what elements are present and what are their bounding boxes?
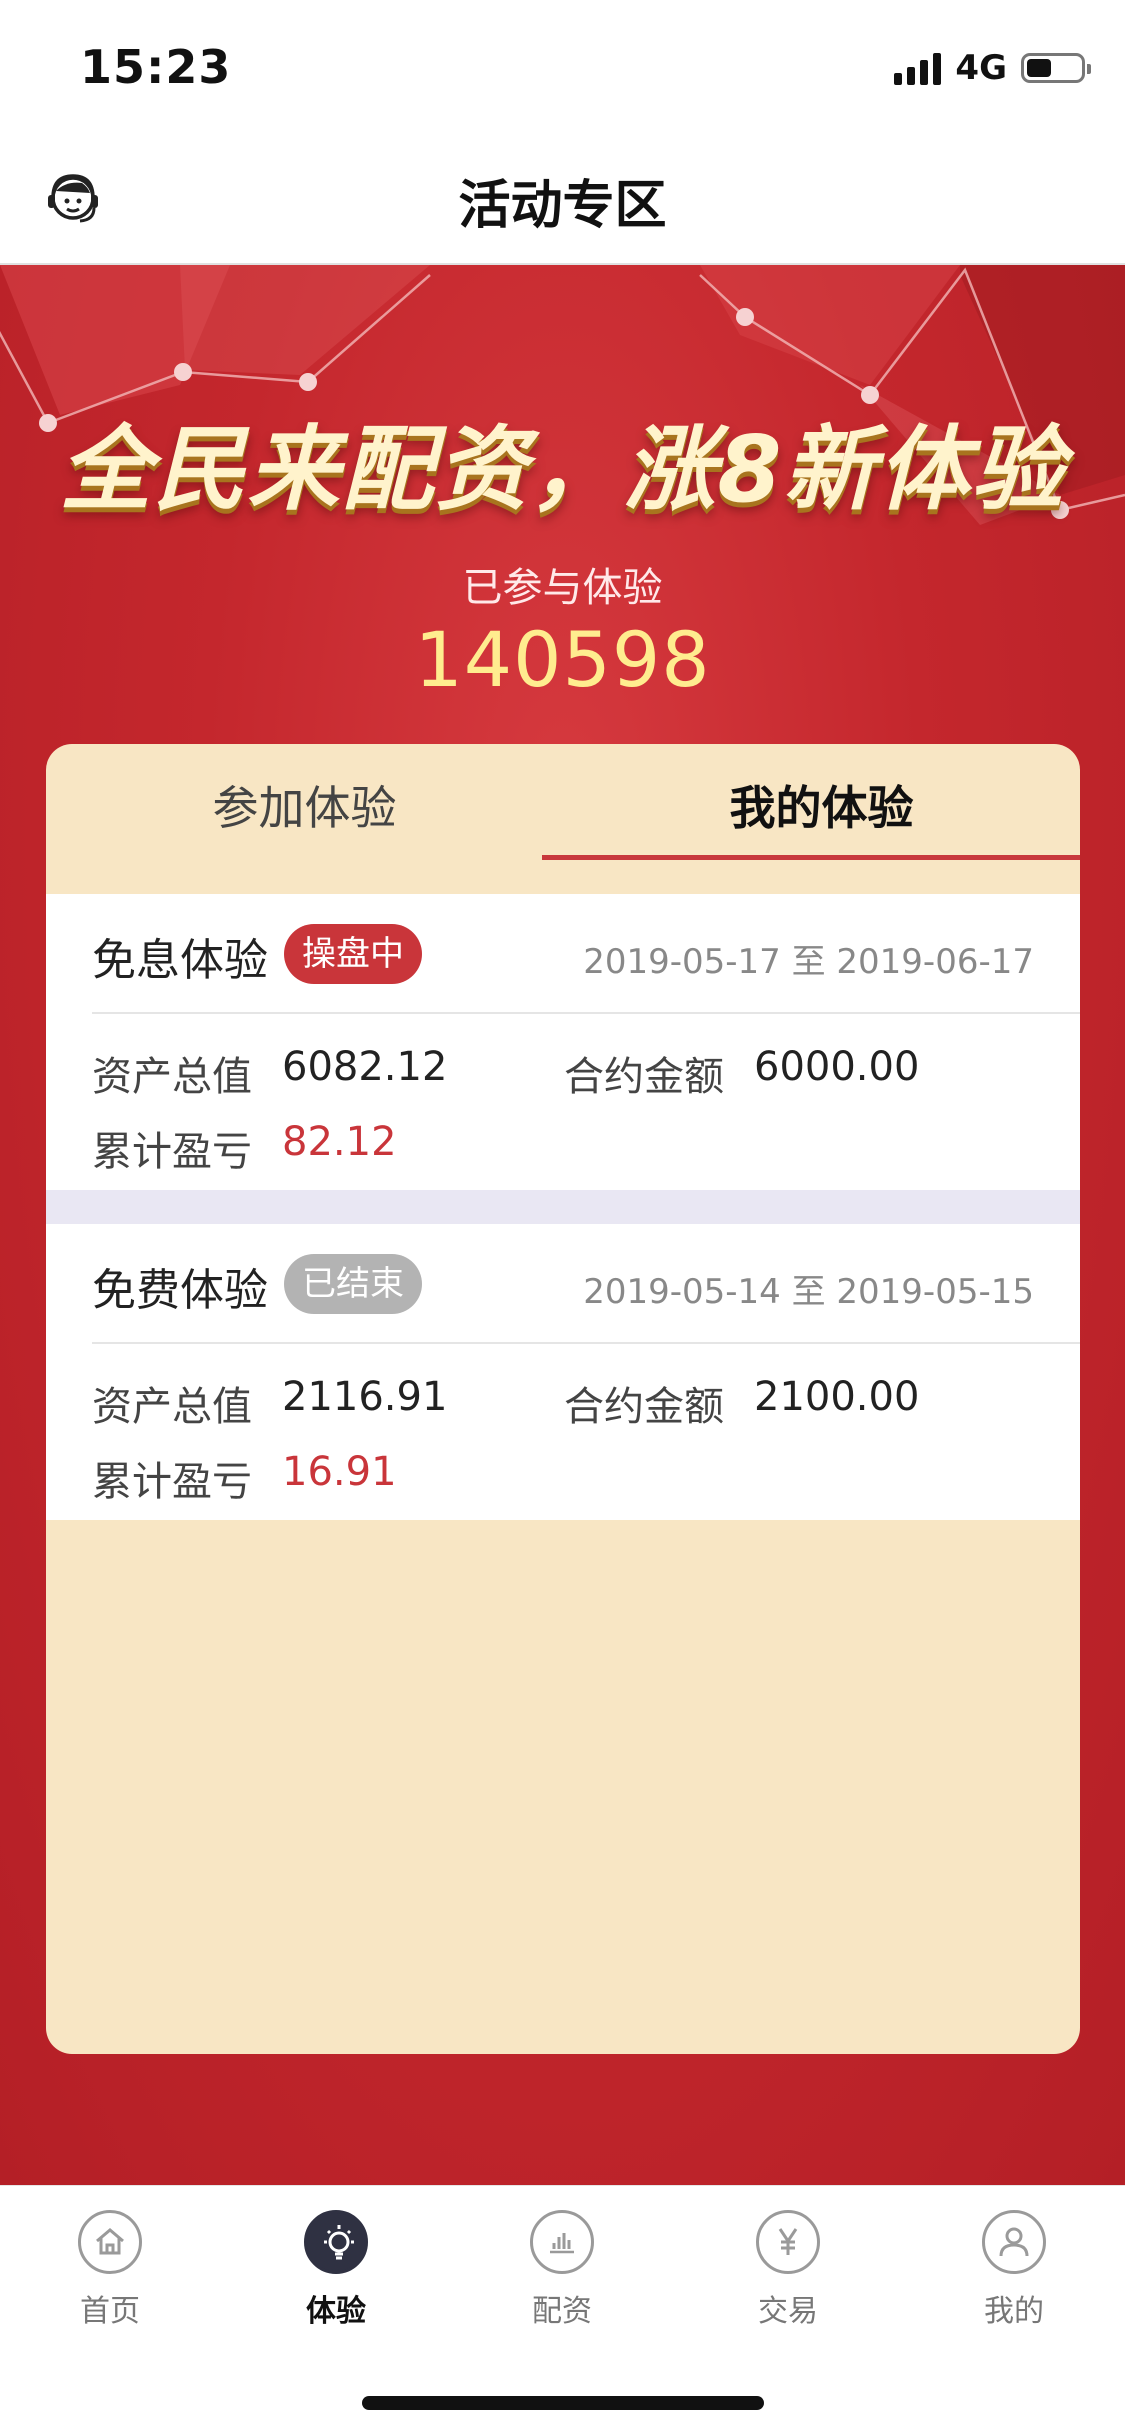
record-separator — [46, 1190, 1080, 1224]
experience-record[interactable]: 免息体验 操盘中 2019-05-17 至 2019-06-17 资产总值 60… — [46, 894, 1080, 1190]
record-name: 免费体验 — [92, 1265, 268, 1316]
contract-value: 2100.00 — [754, 1374, 920, 1420]
contract-value: 6000.00 — [754, 1044, 920, 1090]
tab-my-experience[interactable]: 我的体验 — [563, 744, 1080, 894]
tabbar-label: 配资 — [532, 2294, 592, 2329]
participated-count: 140598 — [414, 615, 711, 704]
contract-label: 合约金额 — [564, 1384, 724, 1430]
experience-record[interactable]: 免费体验 已结束 2019-05-14 至 2019-05-15 资产总值 21… — [46, 1224, 1080, 1520]
pnl-value: 82.12 — [282, 1119, 397, 1165]
yen-icon — [756, 2210, 820, 2274]
tabbar-label: 我的 — [984, 2294, 1044, 2329]
record-date-range: 2019-05-17 至 2019-06-17 — [583, 942, 1034, 982]
pnl-value: 16.91 — [282, 1449, 397, 1495]
asset-label: 资产总值 — [92, 1384, 252, 1430]
home-indicator[interactable] — [362, 2396, 764, 2410]
asset-value: 2116.91 — [282, 1374, 448, 1420]
status-badge: 已结束 — [284, 1254, 422, 1314]
participated-label: 已参与体验 — [462, 565, 663, 611]
tabbar-label: 首页 — [80, 2294, 140, 2329]
signal-icon — [894, 51, 942, 85]
nav-bar: 活动专区 — [0, 135, 1125, 265]
pnl-label: 累计盈亏 — [92, 1129, 252, 1175]
record-name: 免息体验 — [92, 935, 268, 986]
tabbar-item-home[interactable]: 首页 — [30, 2210, 190, 2330]
tabbar-item-trade[interactable]: 交易 — [708, 2210, 868, 2330]
pnl-label: 累计盈亏 — [92, 1459, 252, 1505]
status-bar: 15:23 4G — [0, 0, 1125, 135]
status-indicators: 4G — [894, 48, 1091, 88]
experience-card: 参加体验 我的体验 免息体验 操盘中 2019-05-17 至 2019-06-… — [46, 744, 1080, 2054]
tab-join-experience[interactable]: 参加体验 — [46, 744, 563, 894]
status-badge: 操盘中 — [284, 924, 422, 984]
tabbar-item-experience[interactable]: 体验 — [256, 2210, 416, 2330]
network-type: 4G — [955, 48, 1007, 88]
asset-label: 资产总值 — [92, 1054, 252, 1100]
active-tab-indicator — [542, 855, 1080, 860]
tabbar-label: 交易 — [758, 2294, 818, 2329]
record-header: 免息体验 操盘中 2019-05-17 至 2019-06-17 — [46, 894, 1080, 1012]
hero-banner-title: 全民来配资，涨8新体验 — [59, 416, 1066, 523]
record-date-range: 2019-05-14 至 2019-05-15 — [583, 1272, 1034, 1312]
divider — [92, 1012, 1080, 1014]
tabbar-label: 体验 — [306, 2294, 366, 2329]
tabbar-item-financing[interactable]: 配资 — [482, 2210, 642, 2330]
tab-bar: 参加体验 我的体验 — [46, 744, 1080, 894]
contract-label: 合约金额 — [564, 1054, 724, 1100]
tabbar-item-mine[interactable]: 我的 — [934, 2210, 1094, 2330]
page-title: 活动专区 — [458, 176, 667, 236]
user-icon — [982, 2210, 1046, 2274]
lightbulb-icon — [304, 2210, 368, 2274]
battery-icon — [1021, 53, 1091, 83]
status-time: 15:23 — [80, 40, 232, 94]
home-icon — [78, 2210, 142, 2274]
asset-value: 6082.12 — [282, 1044, 448, 1090]
record-header: 免费体验 已结束 2019-05-14 至 2019-05-15 — [46, 1224, 1080, 1342]
divider — [92, 1342, 1080, 1344]
bar-chart-icon — [530, 2210, 594, 2274]
